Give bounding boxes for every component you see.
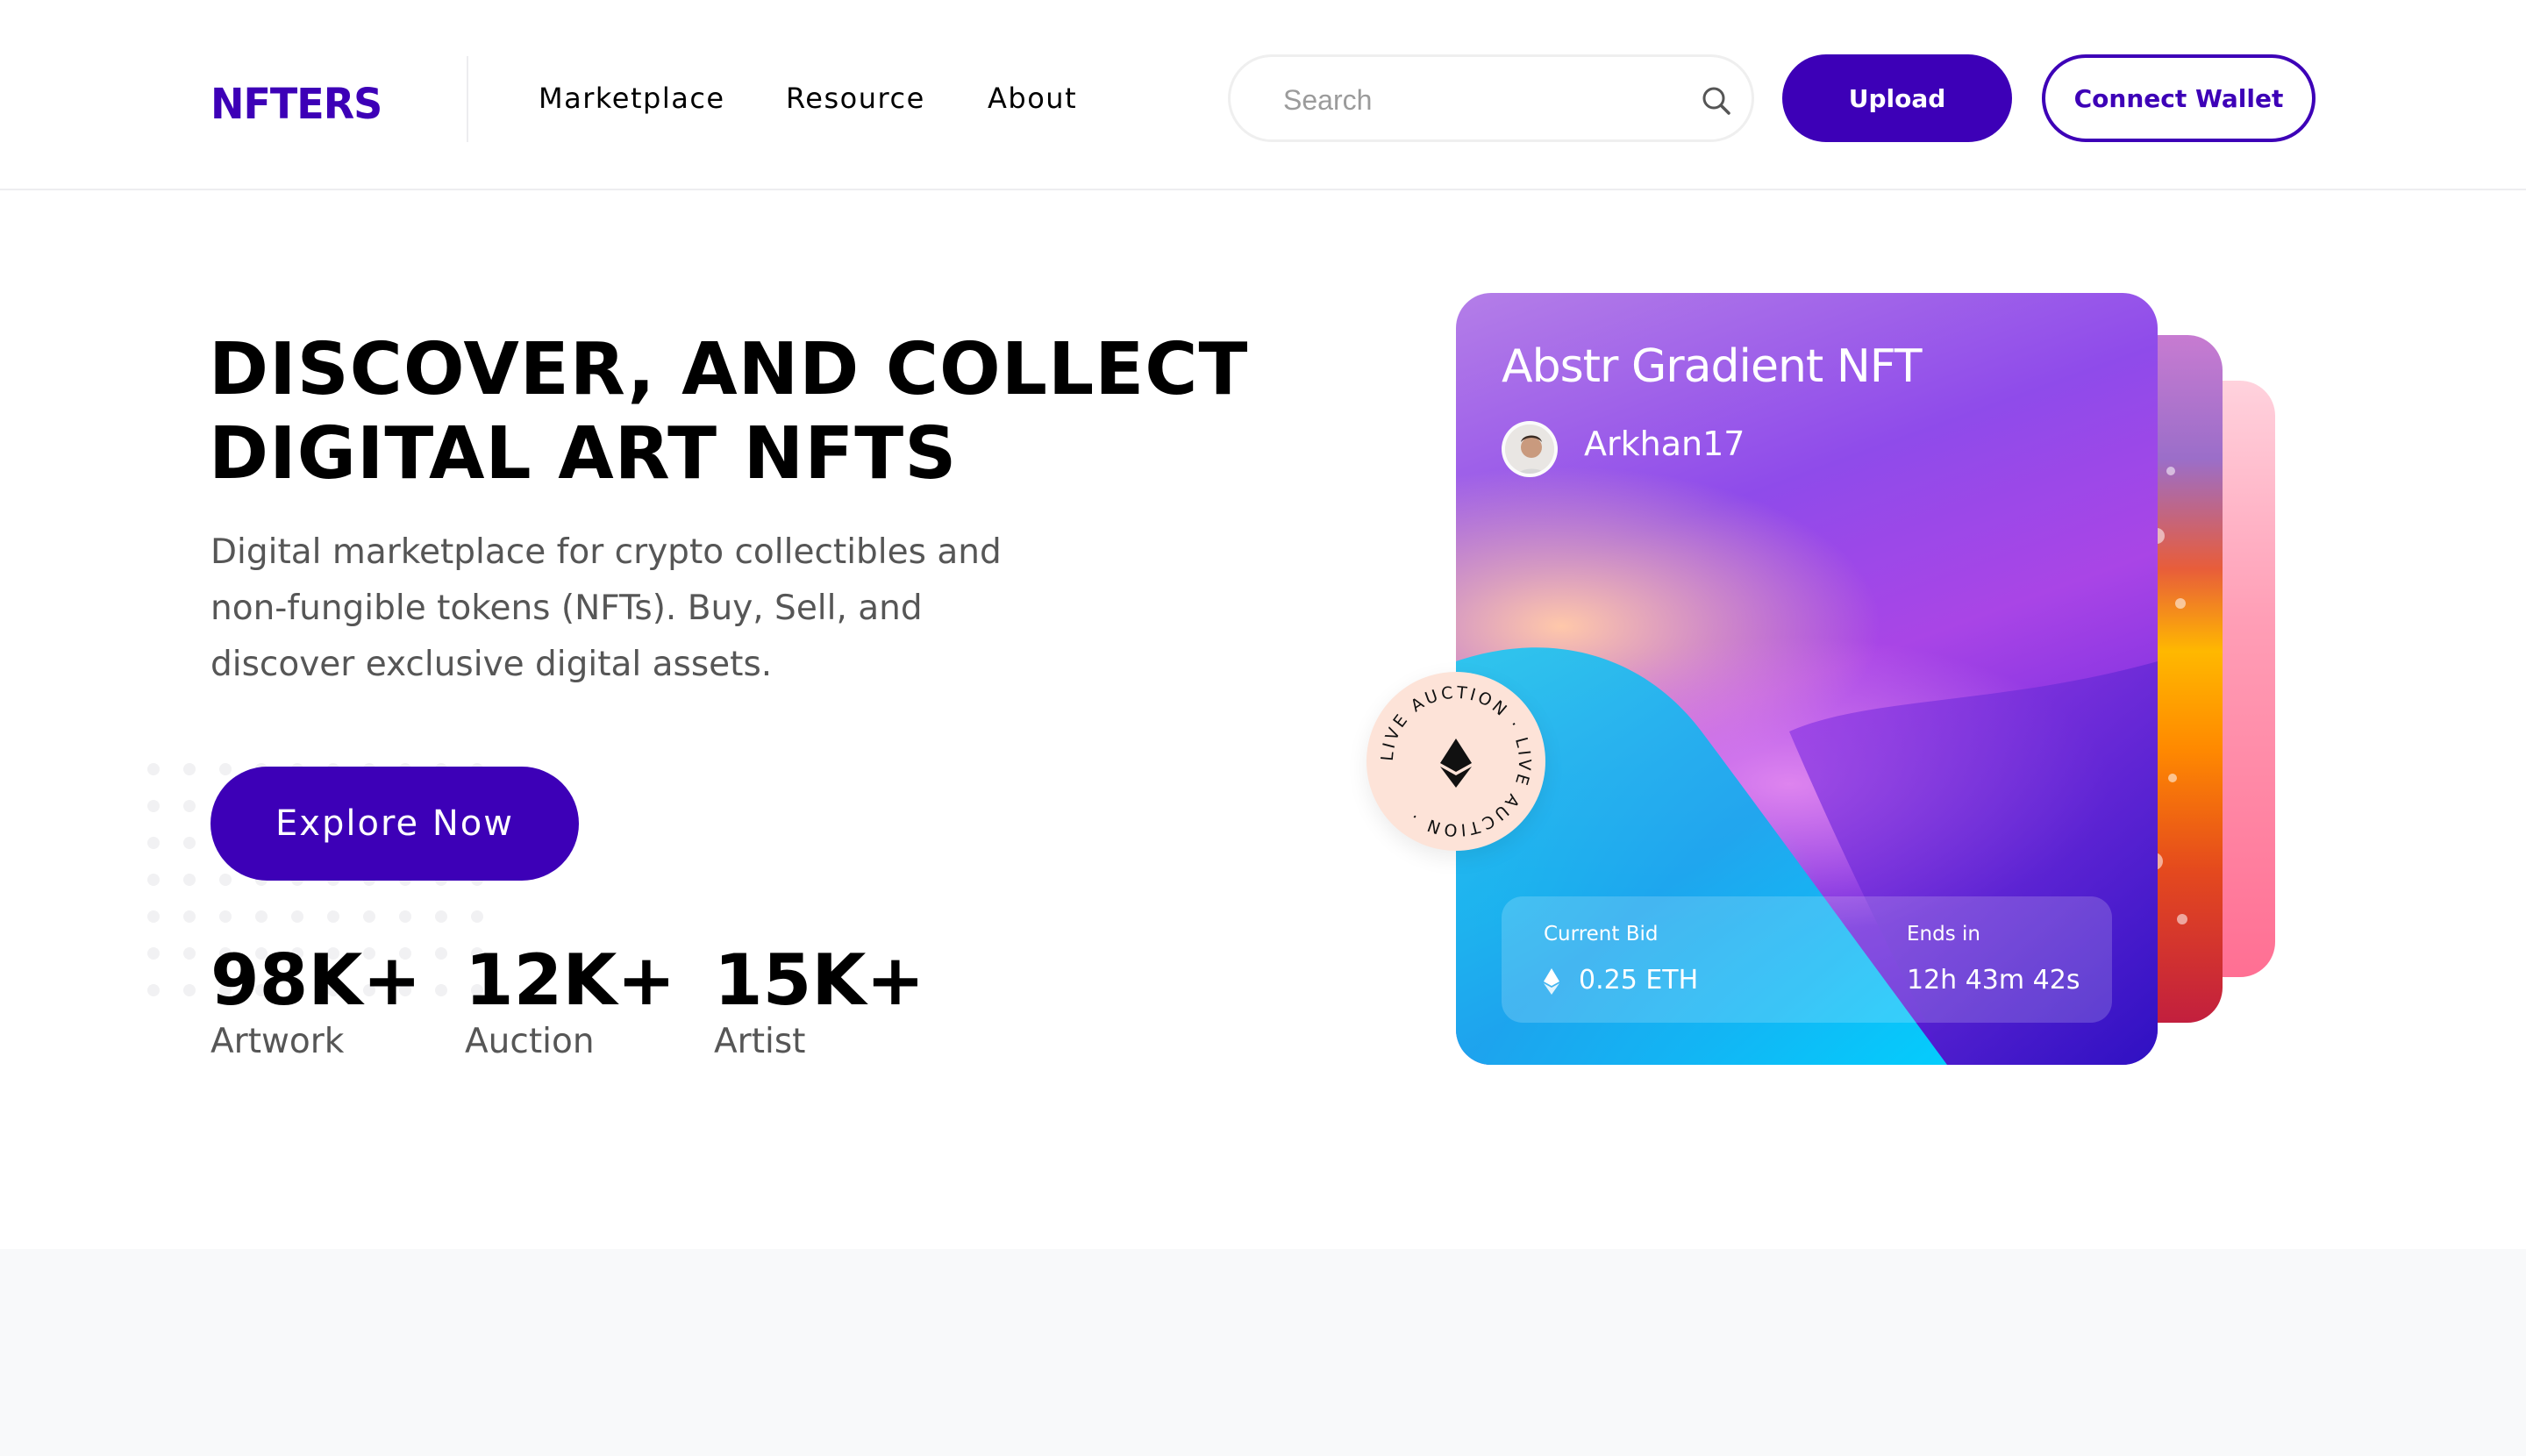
card-title: Abstr Gradient NFT: [1502, 340, 1922, 393]
decorative-dot: [327, 910, 339, 923]
decorative-dot: [363, 910, 375, 923]
decorative-dot: [183, 800, 196, 812]
ends-in-value: 12h 43m 42s: [1907, 965, 2080, 996]
search-input[interactable]: [1283, 78, 1652, 122]
nav-marketplace[interactable]: Marketplace: [539, 79, 725, 118]
ethereum-icon: [1544, 968, 1559, 995]
decorative-dot: [471, 910, 483, 923]
stat-label: Artwork: [210, 1022, 345, 1061]
live-auction-ring: LIVE AUCTION · LIVE AUCTION ·: [1378, 683, 1531, 840]
card-author[interactable]: Arkhan17: [1584, 425, 1745, 463]
decorative-dot: [219, 763, 232, 775]
bubble-decoration: [2166, 467, 2175, 475]
logo[interactable]: NFTERS: [210, 76, 382, 132]
ends-in-label: Ends in: [1907, 923, 1980, 946]
hero-subtitle-line: Digital marketplace for crypto collectib…: [210, 532, 1002, 572]
current-bid-value: 0.25 ETH: [1579, 965, 1699, 996]
decorative-dot: [183, 947, 196, 960]
upload-button[interactable]: Upload: [1782, 54, 2012, 142]
stat-artwork: 98K+ Artwork: [210, 939, 421, 1065]
decorative-dot: [183, 763, 196, 775]
stat-auction: 12K+ Auction: [465, 939, 675, 1065]
decorative-dot: [183, 874, 196, 886]
decorative-dot: [147, 910, 160, 923]
decorative-dot: [219, 874, 232, 886]
decorative-dot: [435, 947, 447, 960]
hero-subtitle-line: non-fungible tokens (NFTs). Buy, Sell, a…: [210, 589, 923, 628]
nft-card[interactable]: Abstr Gradient NFT Arkhan17 Current Bid …: [1456, 293, 2158, 1065]
decorative-dot: [147, 984, 160, 996]
search-icon[interactable]: [1699, 83, 1734, 118]
stat-artist: 15K+ Artist: [714, 939, 924, 1065]
bid-panel: Current Bid 0.25 ETH Ends in 12h 43m 42s: [1502, 896, 2112, 1023]
ethereum-icon: [1440, 739, 1472, 788]
stat-value: 12K+: [465, 939, 676, 1021]
explore-now-button[interactable]: Explore Now: [210, 767, 579, 881]
decorative-dot: [147, 874, 160, 886]
decorative-dot: [435, 910, 447, 923]
search-box[interactable]: [1228, 54, 1754, 142]
decorative-dot: [147, 837, 160, 849]
hero-subtitle-line: discover exclusive digital assets.: [210, 645, 773, 684]
hero-title: DISCOVER, AND COLLECT DIGITAL ART NFTS: [209, 328, 1349, 496]
next-section-band: [0, 1249, 2526, 1456]
decorative-dot: [219, 910, 232, 923]
stat-label: Artist: [714, 1022, 806, 1061]
connect-wallet-button[interactable]: Connect Wallet: [2042, 54, 2316, 142]
hero-title-line: DIGITAL ART NFTS: [209, 412, 958, 496]
stat-label: Auction: [465, 1022, 595, 1061]
hero-subtitle: Digital marketplace for crypto collectib…: [210, 525, 1002, 693]
header-divider: [467, 56, 468, 142]
decorative-dot: [183, 984, 196, 996]
decorative-dot: [183, 910, 196, 923]
live-auction-badge[interactable]: LIVE AUCTION · LIVE AUCTION ·: [1366, 672, 1545, 851]
decorative-dot: [255, 910, 268, 923]
avatar[interactable]: [1502, 421, 1558, 477]
decorative-dot: [435, 984, 447, 996]
bubble-decoration: [2168, 774, 2177, 782]
decorative-dot: [147, 763, 160, 775]
decorative-dot: [291, 910, 303, 923]
bubble-decoration: [2175, 598, 2186, 609]
hero-title-line: DISCOVER, AND COLLECT: [209, 328, 1249, 411]
site-header: NFTERS Marketplace Resource About Upload…: [0, 0, 2526, 190]
nav-resource[interactable]: Resource: [786, 79, 925, 118]
decorative-dot: [183, 837, 196, 849]
decorative-dot: [147, 947, 160, 960]
decorative-dot: [399, 910, 411, 923]
current-bid-label: Current Bid: [1544, 923, 1659, 946]
stat-value: 15K+: [714, 939, 925, 1021]
bubble-decoration: [2177, 914, 2187, 924]
decorative-dot: [147, 800, 160, 812]
stat-value: 98K+: [210, 939, 422, 1021]
nav-about[interactable]: About: [988, 79, 1077, 118]
